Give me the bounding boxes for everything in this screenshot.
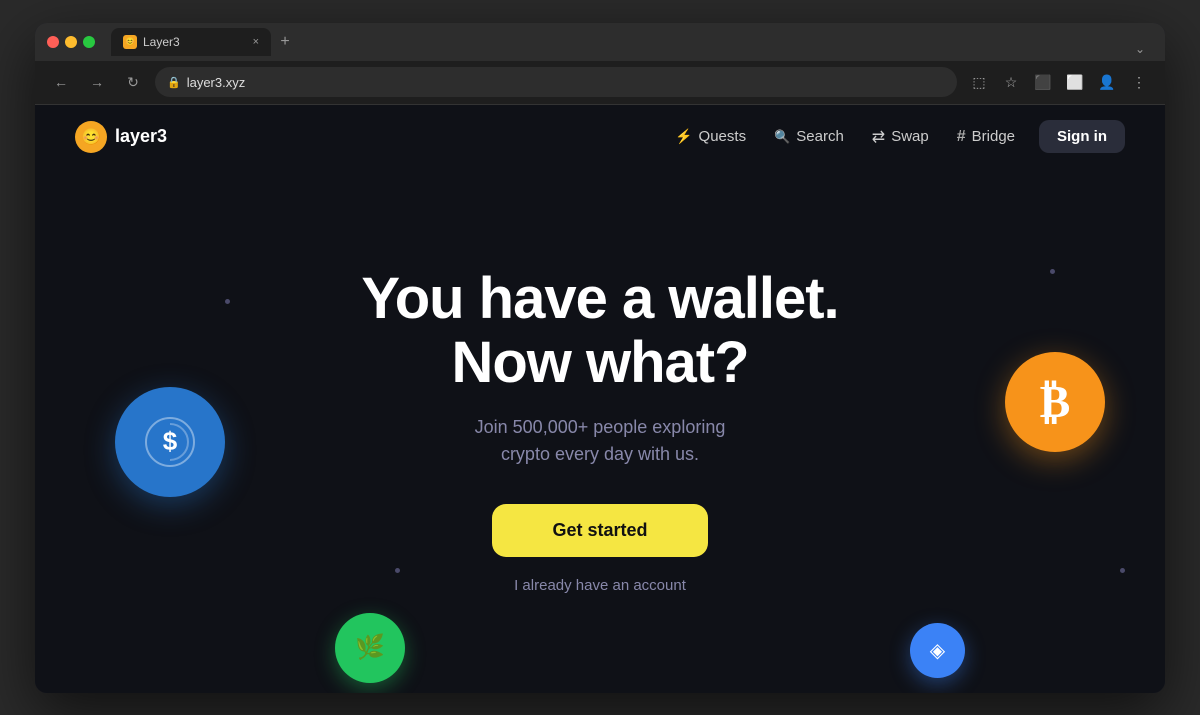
bridge-label: Bridge (972, 128, 1015, 145)
hero-subtitle: Join 500,000+ people exploringcrypto eve… (475, 414, 726, 468)
swap-icon: ⇄ (872, 127, 885, 147)
screenshot-icon[interactable]: ⬚ (965, 68, 993, 96)
hero-heading-line1: You have a wallet. (361, 266, 838, 331)
menu-icon[interactable]: ⋮ (1125, 68, 1153, 96)
tab-list-chevron[interactable]: ⌄ (1127, 42, 1153, 56)
tab-bar: 😊 Layer3 × + ⌄ (111, 28, 1153, 56)
site-navbar: 😊 layer3 ⚡ Quests 🔍 Search ⇄ Swap (35, 105, 1165, 169)
swap-label: Swap (891, 128, 929, 145)
security-icon: 🔒 (167, 76, 181, 89)
profile-icon[interactable]: 👤 (1093, 68, 1121, 96)
decorative-dot-3 (1050, 269, 1055, 274)
chrome-navbar: ← → ↻ 🔒 layer3.xyz ⬚ ☆ ⬛ ⬜ 👤 ⋮ (35, 61, 1165, 105)
bridge-nav-link[interactable]: # Bridge (945, 122, 1027, 152)
reload-button[interactable]: ↻ (119, 68, 147, 96)
address-url: layer3.xyz (187, 75, 246, 90)
logo-icon: 😊 (75, 121, 107, 153)
split-icon[interactable]: ⬜ (1061, 68, 1089, 96)
tab-close-button[interactable]: × (253, 36, 259, 48)
address-bar[interactable]: 🔒 layer3.xyz (155, 67, 957, 97)
quests-label: Quests (699, 128, 747, 145)
bridge-icon: # (957, 128, 966, 146)
bookmark-icon[interactable]: ☆ (997, 68, 1025, 96)
quests-nav-link[interactable]: ⚡ Quests (663, 122, 758, 151)
usdc-coin: $ (115, 387, 225, 497)
hero-heading-line2: Now what? (451, 330, 748, 395)
tab-title: Layer3 (143, 35, 180, 49)
signin-button[interactable]: Sign in (1039, 120, 1125, 153)
tab-favicon: 😊 (123, 35, 137, 49)
already-have-account-link[interactable]: I already have an account (514, 577, 686, 594)
bitcoin-coin: ₿ (1005, 352, 1105, 452)
site-logo[interactable]: 😊 layer3 (75, 121, 167, 153)
green-coin: 🌿 (335, 613, 405, 683)
nav-actions: ⬚ ☆ ⬛ ⬜ 👤 ⋮ (965, 68, 1153, 96)
blue-coin: ◈ (910, 623, 965, 678)
quests-icon: ⚡ (675, 128, 692, 145)
search-label: Search (796, 128, 844, 145)
hero-heading: You have a wallet. Now what? (361, 267, 838, 395)
decorative-dot-4 (1120, 568, 1125, 573)
extensions-icon[interactable]: ⬛ (1029, 68, 1057, 96)
active-tab[interactable]: 😊 Layer3 × (111, 28, 271, 56)
close-button[interactable] (47, 36, 59, 48)
forward-button[interactable]: → (83, 68, 111, 96)
new-tab-button[interactable]: + (271, 28, 299, 56)
swap-nav-link[interactable]: ⇄ Swap (860, 121, 941, 153)
svg-text:$: $ (163, 426, 178, 456)
chrome-titlebar: 😊 Layer3 × + ⌄ (35, 23, 1165, 61)
traffic-lights (47, 36, 95, 48)
maximize-button[interactable] (83, 36, 95, 48)
hero-section: $ ₿ 🌿 ◈ You have a wallet. Now what? Joi… (35, 169, 1165, 693)
decorative-dot-1 (225, 299, 230, 304)
logo-text: layer3 (115, 126, 167, 147)
website: 😊 layer3 ⚡ Quests 🔍 Search ⇄ Swap (35, 105, 1165, 693)
search-icon: 🔍 (774, 129, 790, 145)
browser-window: 😊 Layer3 × + ⌄ ← → ↻ 🔒 layer3.xyz ⬚ ☆ ⬛ … (35, 23, 1165, 693)
get-started-button[interactable]: Get started (492, 504, 707, 557)
search-nav-link[interactable]: 🔍 Search (762, 122, 856, 151)
minimize-button[interactable] (65, 36, 77, 48)
decorative-dot-2 (395, 568, 400, 573)
back-button[interactable]: ← (47, 68, 75, 96)
site-nav-links: ⚡ Quests 🔍 Search ⇄ Swap # Bridge Sign i… (663, 120, 1125, 153)
